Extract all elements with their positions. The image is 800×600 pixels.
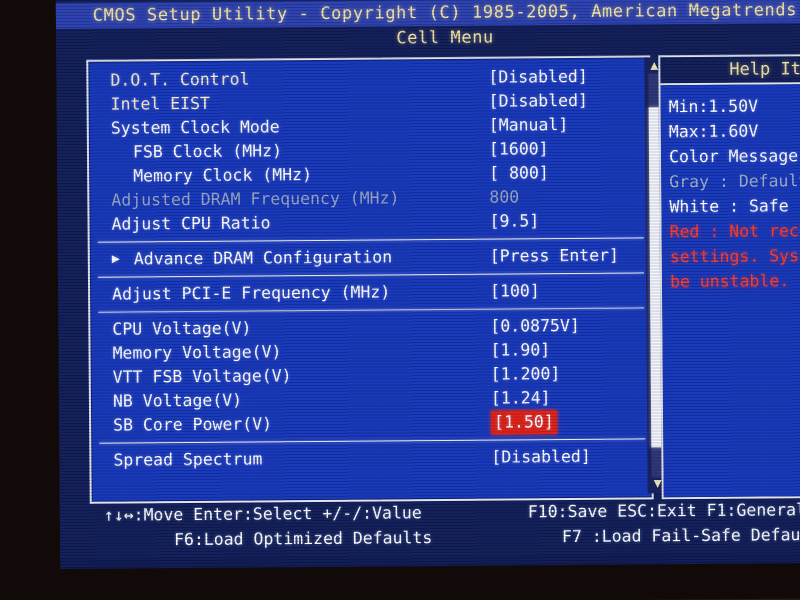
key-legend-move-select-value: ↑↓↔:Move Enter:Select +/-/:Value [103, 503, 422, 525]
setting-value[interactable]: [Disabled] [491, 445, 591, 470]
setting-value[interactable]: [100] [490, 279, 540, 303]
settings-list: D.O.T. Control [Disabled] Intel EIST [Disab… [88, 57, 651, 472]
setting-row[interactable]: SB Core Power(V) [1.50] [91, 409, 651, 437]
setting-row[interactable]: Adjust PCI-E Frequency (MHz) [100] [90, 278, 650, 306]
setting-label: Advance DRAM Configuration [133, 247, 393, 269]
setting-label: VTT FSB Voltage(V) [112, 366, 292, 387]
setting-label: Intel EIST [110, 93, 211, 114]
setting-value[interactable]: [1.200] [491, 362, 561, 387]
setting-label: FSB Clock (MHz) [132, 141, 283, 162]
setting-value[interactable]: [Manual] [489, 113, 569, 138]
monitor-photo: CMOS Setup Utility - Copyright (C) 1985-… [0, 0, 800, 600]
group-separator [99, 438, 646, 444]
setting-label: Memory Clock (MHz) [133, 165, 313, 186]
help-line: Red : Not recommended [669, 220, 800, 242]
setting-row[interactable]: ▶ Advance DRAM Configuration [Press Enter] [90, 243, 650, 271]
setting-value[interactable]: [1.24] [491, 386, 551, 410]
setting-row[interactable]: Spread Spectrum [Disabled] [91, 444, 651, 472]
setting-label: Spread Spectrum [113, 449, 263, 470]
setting-label: CPU Voltage(V) [112, 318, 252, 339]
help-panel-body: Min:1.50V Max:1.60V Color Message Gray : De… [660, 83, 800, 500]
help-panel: Help Item Min:1.50V Max:1.60V Color Messag… [658, 53, 800, 500]
setting-value-selected[interactable]: [1.50] [491, 410, 557, 435]
settings-panel: D.O.T. Control [Disabled] Intel EIST [Disab… [86, 55, 668, 504]
help-line: Gray : Default [669, 171, 800, 192]
setting-row[interactable]: Adjust CPU Ratio [9.5] [89, 208, 649, 236]
key-legend-line-2: F6:Load Optimized Defaults F7 :Load Fail… [56, 522, 800, 553]
help-line: be unstable. [669, 271, 790, 292]
help-panel-title: Help Item [660, 55, 800, 86]
help-line: Min:1.50V [668, 96, 759, 117]
setting-label: D.O.T. Control [110, 69, 250, 90]
help-line: Color Message [668, 146, 799, 167]
setting-label: Adjusted DRAM Frequency (MHz) [111, 188, 400, 210]
help-line: Max:1.60V [668, 121, 759, 142]
page-title: Cell Menu [396, 27, 494, 49]
key-legend-footer: ↑↓↔:Move Enter:Select +/-/:Value F10:Sav… [56, 497, 800, 553]
bios-setup-screen: CMOS Setup Utility - Copyright (C) 1985-… [55, 0, 800, 560]
group-separator [97, 272, 644, 278]
setting-value[interactable]: [1600] [489, 137, 549, 161]
setting-value[interactable]: [Disabled] [489, 89, 589, 114]
submenu-arrow-icon: ▶ [111, 251, 120, 267]
help-line: White : Safe [669, 196, 789, 217]
key-legend-f6-optimized: F6:Load Optimized Defaults [173, 528, 433, 550]
group-separator [98, 307, 645, 313]
setting-label: Memory Voltage(V) [112, 342, 282, 363]
setting-label: Adjust PCI-E Frequency (MHz) [112, 282, 391, 304]
crt-screen: CMOS Setup Utility - Copyright (C) 1985-… [55, 0, 800, 570]
setting-value[interactable]: [Press Enter] [490, 244, 619, 269]
key-legend-f7-fail-safe: F7 :Load Fail-Safe Defaults [561, 524, 800, 547]
setting-value[interactable]: 800 [489, 185, 519, 209]
setting-label: Adjust CPU Ratio [111, 213, 271, 234]
setting-value[interactable]: [0.0875V] [490, 314, 580, 339]
setting-label: NB Voltage(V) [112, 390, 243, 411]
setting-value[interactable]: [Disabled] [488, 65, 588, 90]
help-line: settings. System may [669, 245, 800, 267]
setting-value[interactable]: [ 800] [489, 161, 549, 185]
setting-value[interactable]: [9.5] [489, 209, 539, 233]
group-separator [97, 237, 644, 243]
setting-value[interactable]: [1.90] [490, 338, 550, 362]
setting-label: SB Core Power(V) [113, 414, 273, 435]
setting-label: System Clock Mode [110, 117, 280, 138]
key-legend-save-exit-help: F10:Save ESC:Exit F1:General Help [527, 500, 800, 522]
